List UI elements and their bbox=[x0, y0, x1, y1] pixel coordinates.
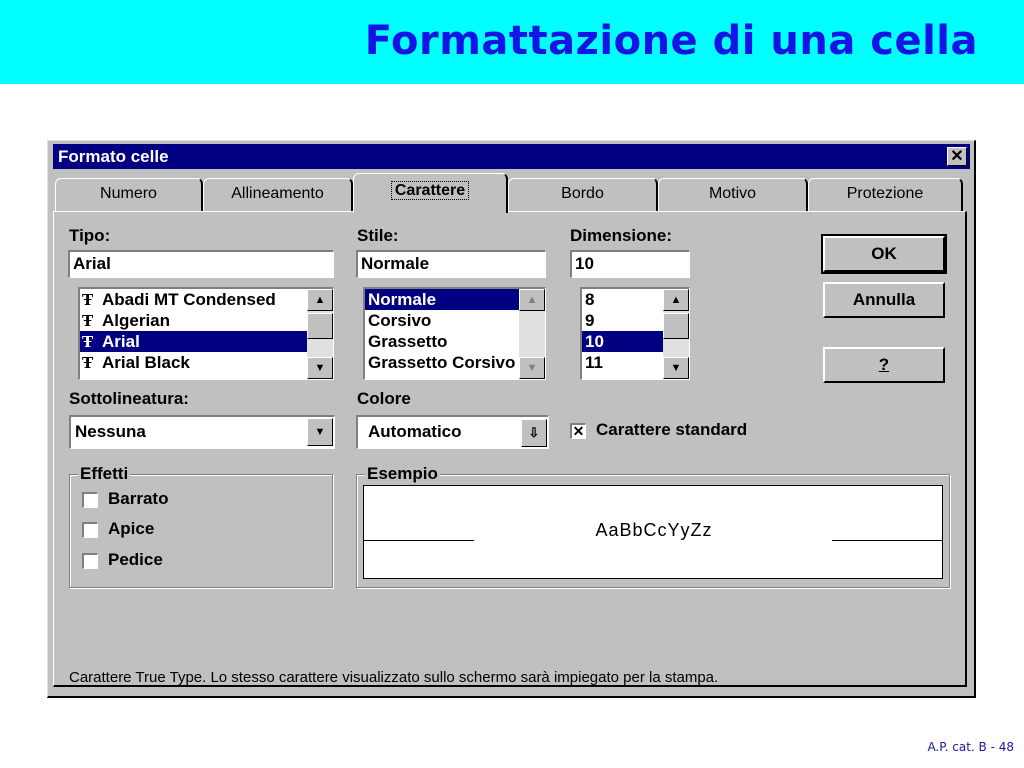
stile-scrollbar[interactable]: ▲ ▼ bbox=[519, 289, 545, 379]
scroll-down-arrow-icon[interactable]: ▼ bbox=[307, 357, 333, 379]
checkbox-icon[interactable] bbox=[82, 521, 98, 538]
close-icon: ✕ bbox=[950, 148, 964, 165]
list-item-selected[interactable]: Ŧ Arial bbox=[80, 331, 333, 352]
truetype-icon: Ŧ bbox=[82, 291, 94, 309]
annulla-button[interactable]: Annulla bbox=[823, 282, 945, 318]
slide-banner: Formattazione di una cella bbox=[0, 0, 1024, 84]
list-item-label: Abadi MT Condensed bbox=[102, 290, 276, 309]
barrato-checkbox[interactable]: Barrato bbox=[82, 489, 168, 509]
stile-input[interactable]: Normale bbox=[356, 250, 546, 278]
tab-numero[interactable]: Numero bbox=[55, 178, 203, 212]
slide-footer: A.P. cat. B - 48 bbox=[927, 740, 1014, 754]
format-cells-dialog: Formato celle ✕ Numero Allineamento Cara… bbox=[47, 140, 976, 698]
tipo-input[interactable]: Arial bbox=[68, 250, 334, 278]
scroll-up-arrow-icon[interactable]: ▲ bbox=[519, 289, 545, 311]
list-item[interactable]: Ŧ Arial Black bbox=[80, 352, 333, 373]
dimensione-label: Dimensione: bbox=[570, 226, 673, 245]
dialog-titlebar[interactable]: Formato celle ✕ bbox=[53, 144, 970, 169]
sottolineatura-label: Sottolineatura: bbox=[69, 389, 189, 408]
colore-select[interactable]: Automatico ⇩ bbox=[356, 415, 549, 449]
tab-bordo[interactable]: Bordo bbox=[508, 178, 658, 212]
apice-label: Apice bbox=[108, 519, 155, 538]
dimensione-list[interactable]: 8 9 10 11 ▲ ▼ bbox=[580, 287, 690, 380]
list-item-selected[interactable]: Normale bbox=[365, 289, 545, 310]
tipo-label: Tipo: bbox=[69, 226, 111, 245]
list-item[interactable]: Corsivo bbox=[365, 310, 545, 331]
scroll-thumb[interactable] bbox=[307, 313, 333, 339]
esempio-title: Esempio bbox=[365, 464, 440, 484]
effetti-group: Effetti Barrato Apice Pedice bbox=[69, 464, 333, 588]
tipo-list[interactable]: Ŧ Abadi MT Condensed Ŧ Algerian Ŧ Arial Ŧ Ar… bbox=[78, 287, 334, 380]
tab-label: Carattere bbox=[390, 181, 470, 200]
checkbox-icon[interactable] bbox=[82, 552, 98, 569]
color-dropdown-arrow-icon[interactable]: ⇩ bbox=[521, 419, 547, 447]
help-label: ? bbox=[878, 355, 890, 374]
apice-checkbox[interactable]: Apice bbox=[82, 519, 154, 539]
list-item-label: Algerian bbox=[102, 311, 171, 330]
tab-motivo[interactable]: Motivo bbox=[658, 178, 808, 212]
sottolineatura-value: Nessuna bbox=[75, 422, 146, 441]
scroll-down-arrow-icon[interactable]: ▼ bbox=[519, 357, 545, 379]
scroll-up-arrow-icon[interactable]: ▲ bbox=[663, 289, 689, 311]
scroll-down-arrow-icon[interactable]: ▼ bbox=[663, 357, 689, 379]
colore-label: Colore bbox=[357, 389, 411, 408]
tab-label: Bordo bbox=[561, 185, 604, 202]
colore-value: Automatico bbox=[368, 422, 462, 441]
list-item[interactable]: Ŧ Algerian bbox=[80, 310, 333, 331]
tab-carattere[interactable]: Carattere bbox=[353, 173, 508, 213]
carattere-standard-label: Carattere standard bbox=[596, 420, 748, 439]
tab-label: Numero bbox=[100, 185, 157, 202]
slide-title: Formattazione di una cella bbox=[364, 18, 978, 64]
stile-label: Stile: bbox=[357, 226, 399, 245]
dialog-title: Formato celle bbox=[58, 147, 169, 166]
list-item[interactable]: Grassetto bbox=[365, 331, 545, 352]
stile-list[interactable]: Normale Corsivo Grassetto Grassetto Cors… bbox=[363, 287, 546, 380]
pedice-label: Pedice bbox=[108, 550, 163, 569]
list-item[interactable]: Grassetto Corsivo bbox=[365, 352, 545, 373]
tab-label: Protezione bbox=[846, 185, 924, 202]
list-item-label: Arial bbox=[102, 332, 140, 351]
tab-allineamento[interactable]: Allineamento bbox=[203, 178, 353, 212]
tab-label: Motivo bbox=[708, 185, 757, 202]
help-button[interactable]: ? bbox=[823, 347, 945, 383]
truetype-icon: Ŧ bbox=[82, 312, 94, 330]
dimensione-scrollbar[interactable]: ▲ ▼ bbox=[663, 289, 689, 379]
ok-button[interactable]: OK bbox=[821, 234, 947, 274]
preview-sample-text: AaBbCcYyZz bbox=[595, 520, 713, 540]
chevron-down-icon[interactable]: ▼ bbox=[307, 418, 333, 446]
list-item[interactable]: Ŧ Abadi MT Condensed bbox=[80, 289, 333, 310]
effetti-title: Effetti bbox=[78, 464, 131, 484]
status-description: Carattere True Type. Lo stesso carattere… bbox=[69, 669, 719, 686]
scroll-thumb[interactable] bbox=[663, 313, 689, 339]
scroll-up-arrow-icon[interactable]: ▲ bbox=[307, 289, 333, 311]
tab-label: Allineamento bbox=[231, 185, 324, 202]
tab-protezione[interactable]: Protezione bbox=[808, 178, 963, 212]
truetype-icon: Ŧ bbox=[82, 333, 94, 351]
tipo-scrollbar[interactable]: ▲ ▼ bbox=[307, 289, 333, 379]
esempio-group: Esempio AaBbCcYyZz bbox=[356, 464, 950, 588]
list-item-label: Arial Black bbox=[102, 353, 190, 372]
close-button[interactable]: ✕ bbox=[947, 147, 967, 166]
font-preview: AaBbCcYyZz bbox=[363, 485, 943, 579]
dimensione-input[interactable]: 10 bbox=[570, 250, 690, 278]
barrato-label: Barrato bbox=[108, 489, 169, 508]
checkbox-checked-icon[interactable]: ✕ bbox=[570, 422, 586, 439]
sottolineatura-select[interactable]: Nessuna ▼ bbox=[69, 415, 335, 449]
checkbox-icon[interactable] bbox=[82, 491, 98, 508]
carattere-standard-checkbox[interactable]: ✕ Carattere standard bbox=[570, 420, 747, 440]
tab-panel-carattere: Tipo: Arial Ŧ Abadi MT Condensed Ŧ Algeria… bbox=[53, 211, 967, 687]
truetype-icon: Ŧ bbox=[82, 354, 94, 372]
pedice-checkbox[interactable]: Pedice bbox=[82, 550, 163, 570]
